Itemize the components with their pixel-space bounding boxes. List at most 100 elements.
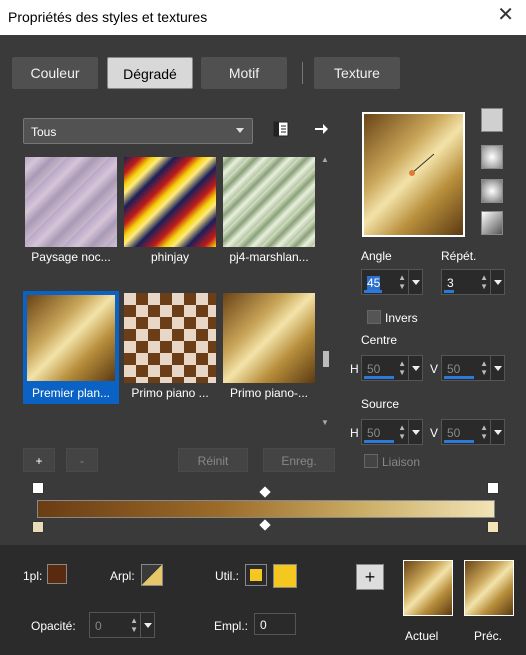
repeat-label: Répét. [441,249,477,263]
source-v-label: V [430,426,439,440]
gradient-swatch [223,293,315,383]
link-label: Liaison [382,455,421,469]
gradient-name: phinjay [150,250,190,264]
top-stop-right-icon[interactable] [487,482,499,494]
gradient-preview[interactable] [362,112,465,237]
chevron-down-icon[interactable] [490,420,504,444]
chevron-down-icon[interactable] [408,356,422,380]
center-h-spinner[interactable]: 50 [361,355,423,381]
source-v-value[interactable]: 50 [447,426,460,440]
util-color-swatch[interactable] [273,564,297,588]
category-dropdown[interactable]: Tous [23,118,253,144]
add-swatch-button[interactable]: + [356,564,384,590]
gradient-name: Primo piano-... [229,386,309,400]
source-v-spinner[interactable]: 50 [441,419,505,445]
gradient-thumb[interactable]: Paysage noc... [23,155,119,268]
opacity-value[interactable]: 0 [95,619,102,633]
previous-label: Préc. [474,629,503,643]
source-v-level-bar [444,440,474,443]
scroll-thumb[interactable] [323,351,329,367]
empl-label: Empl.: [214,619,249,633]
gradient-style-radial-icon[interactable] [481,179,503,203]
gradient-name: Paysage noc... [31,250,111,264]
previous-gradient-swatch[interactable] [464,560,514,616]
save-button[interactable]: Enreg. [263,448,335,472]
tab-degrade[interactable]: Dégradé [107,57,193,89]
gradient-thumb[interactable]: pj4-marshlan... [221,155,317,268]
source-label: Source [361,397,400,411]
spin-updown-icon[interactable] [480,273,488,291]
gradient-style-angle-icon[interactable] [481,211,503,235]
angle-value[interactable]: 45 [367,276,381,290]
spin-updown-icon[interactable] [398,423,406,441]
center-v-spinner[interactable]: 50 [441,355,505,381]
add-gradient-button[interactable]: + [23,448,55,472]
fg-label: 1pl: [23,569,43,583]
link-checkbox[interactable] [364,454,378,468]
scroll-down-icon[interactable]: ▼ [321,418,329,427]
center-v-level-bar [444,376,474,379]
center-h-level-bar [364,376,394,379]
gradient-swatch [223,157,315,247]
library-scrollbar[interactable]: ▲ ▼ [320,155,332,427]
chevron-down-icon[interactable] [140,613,154,637]
tab-motif[interactable]: Motif [201,57,287,89]
library-icon[interactable] [272,120,290,138]
gradient-editor-bar[interactable] [37,500,495,518]
footer-panel: 1pl: Arpl: Util.: Opacité: 0 Empl.: 0 + … [0,545,526,655]
center-v-value[interactable]: 50 [447,362,460,376]
gradient-thumb[interactable]: Primo piano-... [221,291,317,404]
bottom-stop-left-icon[interactable] [32,521,44,533]
center-h-value[interactable]: 50 [367,362,380,376]
empl-field[interactable]: 0 [254,613,296,635]
tab-separator [302,62,303,84]
repeat-spinner[interactable]: 3 [441,269,505,295]
gradient-thumb[interactable]: Primo piano ... [122,291,218,404]
chevron-down-icon[interactable] [408,270,422,294]
chevron-down-icon[interactable] [408,420,422,444]
close-icon[interactable]: ✕ [497,4,514,26]
angle-label: Angle [361,249,392,263]
gradient-thumb-selected[interactable]: Premier plan... [23,291,119,404]
gradient-name: pj4-marshlan... [229,250,309,264]
util-swatch-small[interactable] [245,564,267,586]
tab-texture[interactable]: Texture [314,57,400,89]
current-label: Actuel [405,629,439,643]
scroll-up-icon[interactable]: ▲ [321,155,329,164]
source-h-value[interactable]: 50 [367,426,380,440]
angle-handle-icon[interactable] [364,114,463,235]
spin-updown-icon[interactable] [398,359,406,377]
gradient-thumb[interactable]: phinjay [122,155,218,268]
tab-couleur[interactable]: Couleur [12,57,98,89]
arrow-right-icon[interactable] [313,121,329,137]
reset-button[interactable]: Réinit [178,448,248,472]
current-gradient-swatch[interactable] [403,560,453,616]
spin-updown-icon[interactable] [398,273,406,291]
spin-updown-icon[interactable] [480,359,488,377]
gradient-swatch [25,157,117,247]
invert-label: Invers [385,311,418,325]
chevron-down-icon[interactable] [490,270,504,294]
fg-color-swatch[interactable] [47,564,67,584]
gradient-style-linear-icon[interactable] [481,108,503,132]
gradient-panel: Tous Paysage noc... phinjay pj4-marshlan… [0,95,526,545]
empl-value[interactable]: 0 [260,618,267,632]
top-stop-left-icon[interactable] [32,482,44,494]
invert-checkbox[interactable] [367,310,381,324]
source-h-spinner[interactable]: 50 [361,419,423,445]
spin-updown-icon[interactable] [480,423,488,441]
spin-updown-icon[interactable] [130,616,138,634]
chevron-down-icon[interactable] [490,356,504,380]
bottom-midpoint-icon[interactable] [259,519,271,531]
chevron-down-icon [236,128,244,133]
opacity-spinner[interactable]: 0 [89,612,155,638]
remove-gradient-button[interactable]: - [66,448,98,472]
angle-spinner[interactable]: 45 [361,269,423,295]
repeat-value[interactable]: 3 [447,276,454,290]
repeat-level-bar [444,290,454,293]
gradient-style-rect-icon[interactable] [481,145,503,169]
bottom-stop-right-icon[interactable] [487,521,499,533]
bg-gradient-swatch[interactable] [141,564,163,586]
opacity-label: Opacité: [31,619,76,633]
top-midpoint-icon[interactable] [259,486,271,498]
